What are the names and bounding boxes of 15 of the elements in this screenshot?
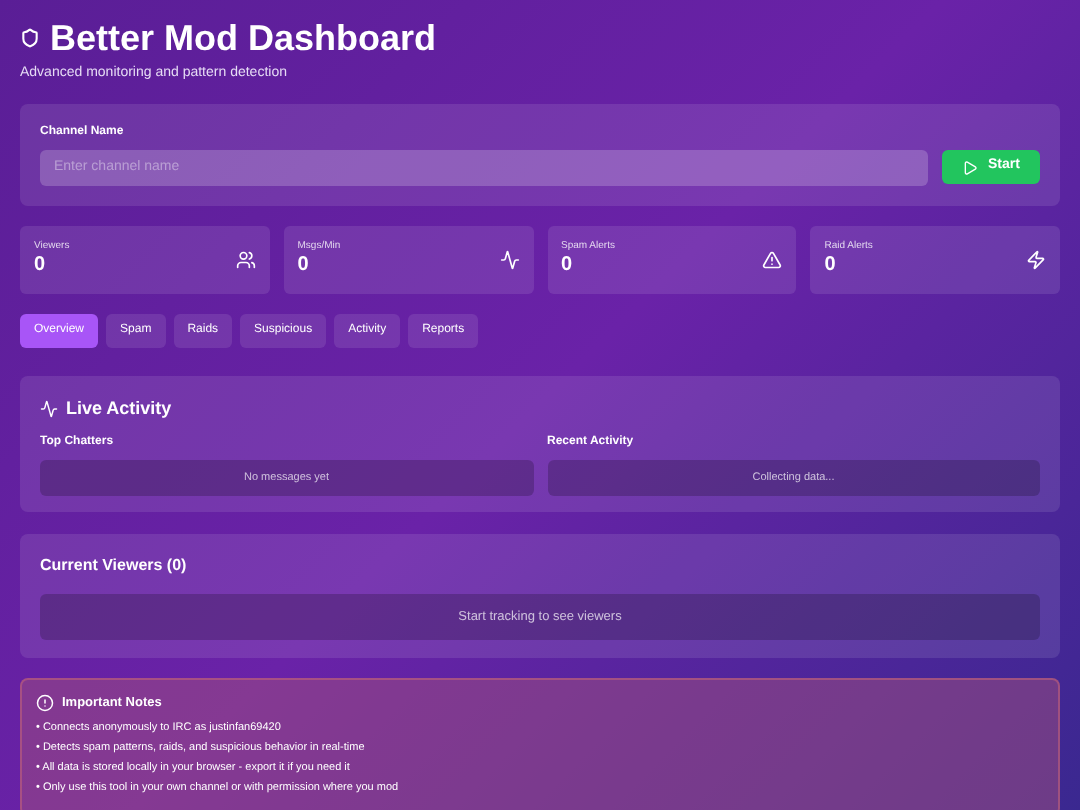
stat-value: 0 [34, 254, 48, 279]
stat-value: 0 [561, 254, 575, 279]
page-title: Better Mod Dashboard [50, 18, 437, 58]
stat-value: 0 [297, 254, 311, 279]
warning-icon [762, 249, 783, 269]
section-title: Current Viewers (0) [40, 554, 189, 578]
section-title: Live Activity [66, 395, 172, 422]
lightning-icon [1026, 249, 1046, 269]
play-icon [962, 159, 979, 175]
shield-icon [20, 28, 40, 48]
activity-icon [40, 399, 58, 418]
users-icon [235, 249, 256, 269]
stat-value: 0 [824, 254, 838, 279]
activity-icon [499, 249, 519, 269]
alert-icon [36, 694, 54, 713]
